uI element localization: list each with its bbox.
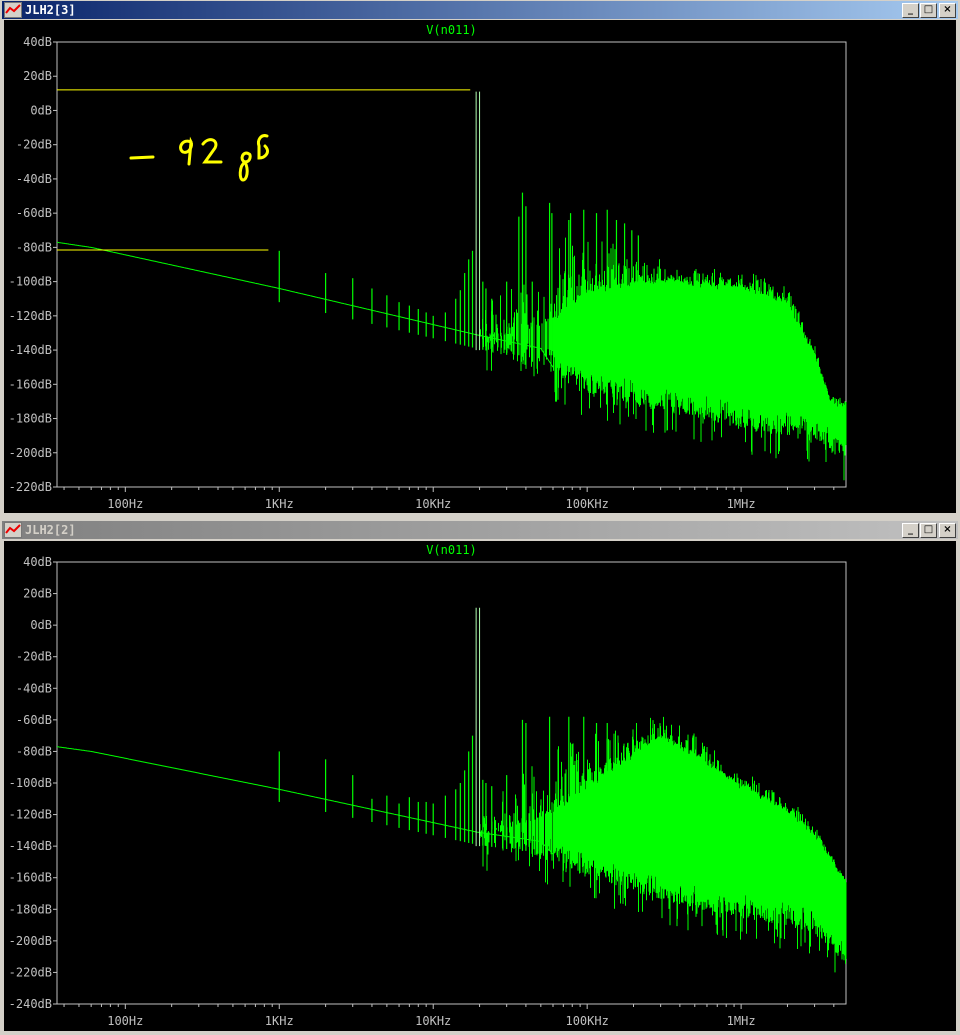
x-tick-label: 100KHz	[565, 497, 608, 511]
minimize-button[interactable]: _	[902, 523, 919, 538]
y-tick-label: -20dB	[16, 138, 52, 152]
close-button[interactable]: ×	[939, 3, 956, 18]
x-tick-label: 10KHz	[415, 1014, 451, 1028]
noise-floor-trace	[56, 746, 554, 855]
x-tick-label: 100KHz	[565, 1014, 608, 1028]
title-bar[interactable]: JLH2[2] _ □ ×	[2, 521, 958, 539]
y-tick-label: -20dB	[16, 650, 52, 664]
x-tick-label: 1MHz	[727, 497, 756, 511]
waveform-app-icon	[4, 522, 22, 538]
y-tick-label: -200dB	[9, 446, 52, 460]
x-tick-label: 1KHz	[265, 497, 294, 511]
y-tick-label: -240dB	[9, 997, 52, 1011]
plot-window-active[interactable]: JLH2[3] _ □ × V(n011) 40dB 20dB 0dB -20dB -40…	[0, 0, 960, 516]
trace-title: V(n011)	[426, 23, 477, 37]
maximize-button[interactable]: □	[920, 3, 937, 18]
handwriting-stroke	[179, 136, 193, 166]
close-button[interactable]: ×	[939, 523, 956, 538]
y-tick-label: -100dB	[9, 275, 52, 289]
minimize-button[interactable]: _	[902, 3, 919, 18]
x-tick-label: 10KHz	[415, 497, 451, 511]
y-tick-label: -160dB	[9, 377, 52, 391]
fft-chart[interactable]: V(n011) 40dB 20dB 0dB -20dB -40dB -60dB -80dB -1…	[4, 20, 956, 513]
y-tick-label: 40dB	[23, 35, 52, 49]
x-tick-label: 1MHz	[727, 1014, 756, 1028]
y-tick-label: 20dB	[23, 587, 52, 601]
title-bar[interactable]: JLH2[3] _ □ ×	[2, 1, 958, 19]
y-tick-label: -60dB	[16, 713, 52, 727]
handwriting-stroke	[201, 138, 223, 164]
fft-chart[interactable]: V(n011) 40dB 20dB 0dB -20dB -40dB -60dB -80dB -1…	[4, 541, 956, 1031]
y-tick-label: -200dB	[9, 934, 52, 948]
handwriting-stroke	[238, 151, 252, 182]
y-tick-label: -120dB	[9, 808, 52, 822]
y-tick-label: 0dB	[30, 103, 52, 117]
y-tick-label: -180dB	[9, 412, 52, 426]
plot-window-inactive[interactable]: JLH2[2] _ □ × V(n011) 40dB 20dB 0dB -20dB -40…	[0, 518, 960, 1031]
y-tick-label: -100dB	[9, 776, 52, 790]
y-tick-label: -160dB	[9, 871, 52, 885]
window-title: JLH2[2]	[25, 523, 76, 537]
y-tick-label: -140dB	[9, 839, 52, 853]
handwriting-stroke	[257, 134, 269, 160]
plot-pane[interactable]: V(n011) 40dB 20dB 0dB -20dB -40dB -60dB -80dB -1…	[4, 541, 956, 1031]
y-tick-label: 20dB	[23, 69, 52, 83]
y-tick-label: -220dB	[9, 965, 52, 979]
noise-floor-trace	[56, 241, 554, 368]
y-tick-label: -140dB	[9, 343, 52, 357]
y-tick-label: -120dB	[9, 309, 52, 323]
y-tick-label: -220dB	[9, 480, 52, 494]
handwriting-stroke	[129, 155, 155, 160]
trace-title: V(n011)	[426, 543, 477, 557]
plot-pane[interactable]: V(n011) 40dB 20dB 0dB -20dB -40dB -60dB -80dB -1…	[4, 20, 956, 513]
y-tick-label: -80dB	[16, 744, 52, 758]
distortion-spectrum-trace	[479, 237, 847, 481]
handwritten-annotation	[129, 134, 269, 182]
x-tick-label: 1KHz	[265, 1014, 294, 1028]
x-tick-label: 100Hz	[107, 1014, 143, 1028]
maximize-button[interactable]: □	[920, 523, 937, 538]
distortion-spectrum-trace	[479, 716, 847, 973]
y-tick-label: -60dB	[16, 206, 52, 220]
y-tick-label: -40dB	[16, 172, 52, 186]
x-tick-label: 100Hz	[107, 497, 143, 511]
y-tick-label: -180dB	[9, 902, 52, 916]
y-tick-label: 40dB	[23, 555, 52, 569]
y-tick-label: -80dB	[16, 240, 52, 254]
plot-frame	[56, 41, 847, 488]
y-tick-label: -40dB	[16, 681, 52, 695]
y-tick-label: 0dB	[30, 618, 52, 632]
waveform-app-icon	[4, 2, 22, 18]
window-title: JLH2[3]	[25, 3, 76, 17]
